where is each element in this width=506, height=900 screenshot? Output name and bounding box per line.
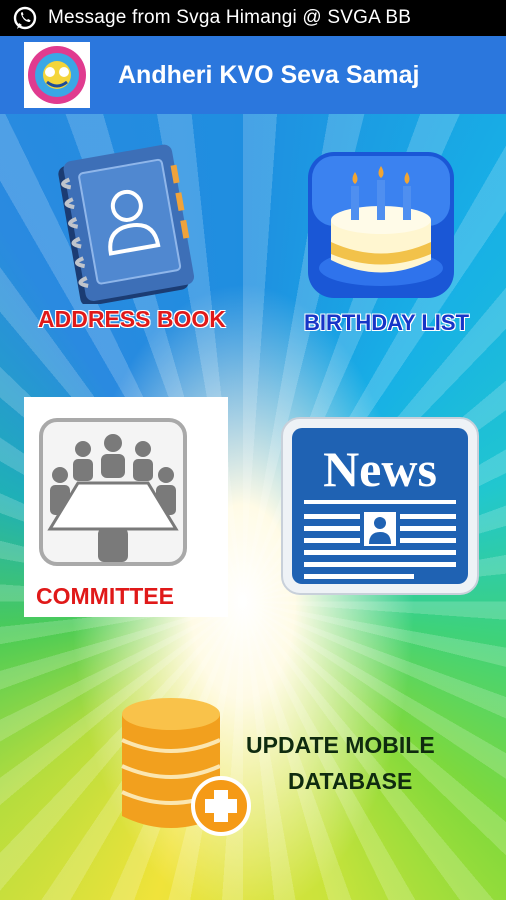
address-book-button[interactable]: ADDRESS BOOK — [30, 144, 226, 334]
menu-area: ADDRESS BOOK BIRTHDAY LIST COMMITTEE New… — [0, 114, 506, 900]
address-book-icon — [58, 144, 195, 304]
whatsapp-icon — [13, 6, 37, 30]
update-database-line1: UPDATE MOBILE — [246, 732, 435, 758]
news-icon-text: News — [323, 441, 437, 497]
notification-text: Message from Svga Himangi @ SVGA BB — [48, 7, 412, 28]
committee-label: COMMITTEE — [36, 583, 174, 609]
app-title: Andheri KVO Seva Samaj — [118, 60, 420, 89]
birthday-cake-icon — [308, 152, 454, 298]
birthday-list-label: BIRTHDAY LIST — [304, 310, 470, 335]
samaj-logo-icon — [28, 46, 86, 104]
committee-button[interactable]: COMMITTEE — [24, 397, 228, 617]
app-logo — [24, 42, 90, 108]
news-button[interactable]: News — [280, 416, 480, 596]
update-database-button[interactable]: UPDATE MOBILE DATABASE — [116, 694, 476, 844]
committee-icon — [39, 418, 187, 566]
update-database-line2: DATABASE — [288, 768, 413, 794]
database-add-icon — [121, 698, 251, 836]
news-icon: News — [281, 417, 479, 595]
address-book-label: ADDRESS BOOK — [38, 306, 226, 332]
birthday-list-button[interactable]: BIRTHDAY LIST — [300, 150, 480, 340]
app-bar: Andheri KVO Seva Samaj — [0, 36, 506, 114]
status-bar: Message from Svga Himangi @ SVGA BB — [0, 0, 506, 36]
